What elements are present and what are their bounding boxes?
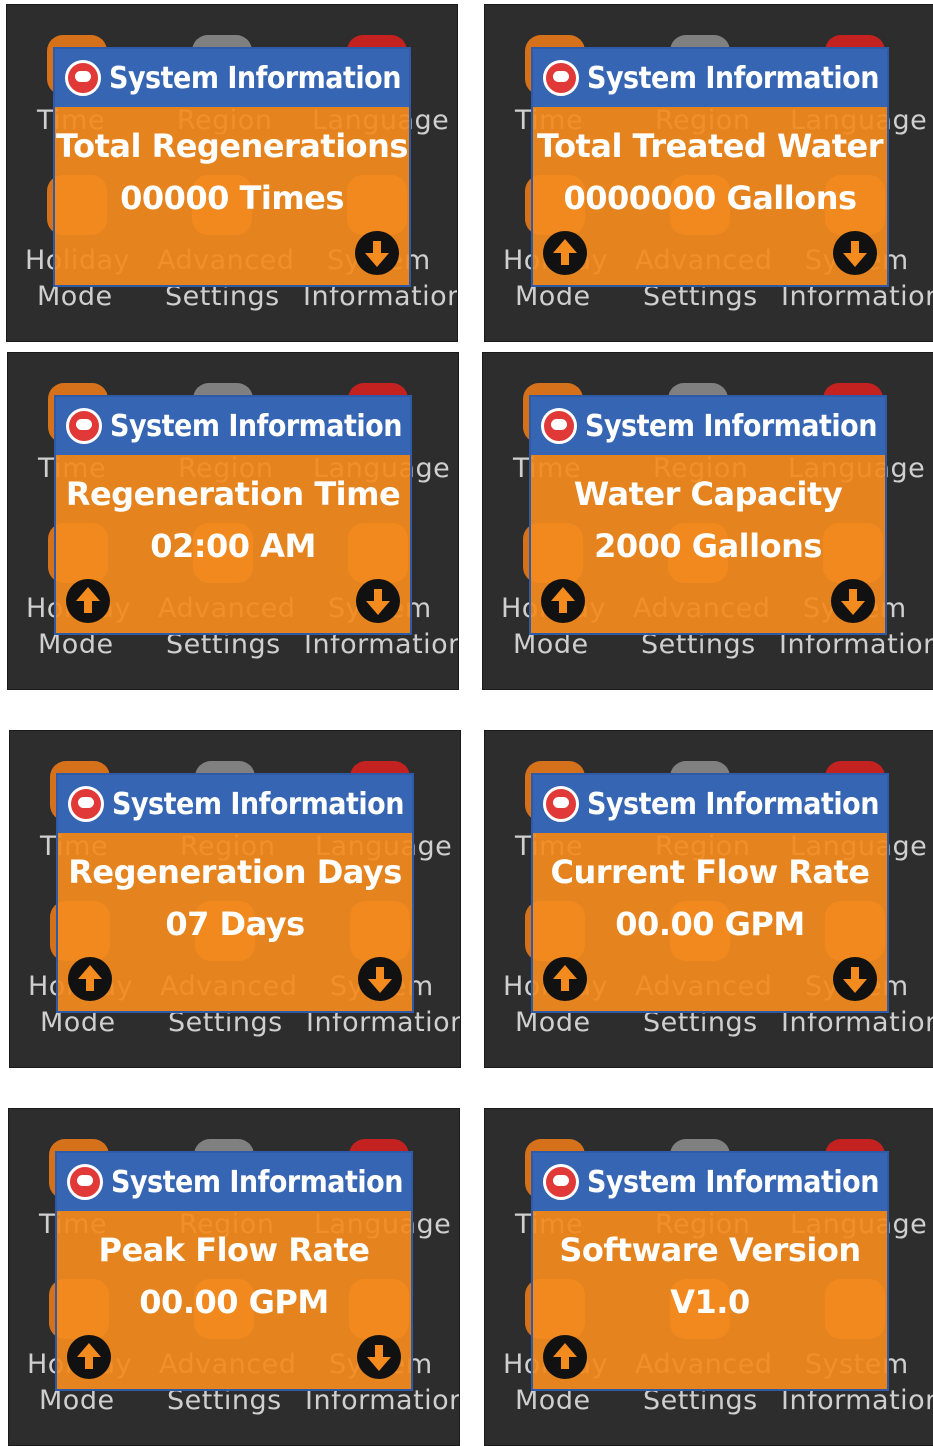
up-arrow-button[interactable] — [67, 1335, 111, 1379]
device-screen: TimeRegionLanguageHolidayAdvancedSystemM… — [8, 1108, 460, 1446]
speech-bubble-icon — [68, 786, 104, 822]
down-arrow-button[interactable] — [833, 231, 877, 275]
info-label: Software Version — [559, 1231, 861, 1269]
info-label: Peak Flow Rate — [98, 1231, 370, 1269]
system-information-dialog: System Information Current Flow Rate 00.00… — [531, 773, 889, 1013]
down-arrow-button[interactable] — [356, 579, 400, 623]
up-arrow-button[interactable] — [66, 579, 110, 623]
up-arrow-button[interactable] — [543, 957, 587, 1001]
system-information-dialog: System Information Peak Flow Rate 00.00 GP… — [55, 1151, 413, 1391]
info-value: 00.00 GPM — [139, 1283, 329, 1321]
device-screen: TimeRegionLanguageHolidayAdvancedSystemM… — [6, 4, 458, 342]
dialog-titlebar: System Information — [55, 49, 409, 107]
dialog-titlebar: System Information — [58, 775, 412, 833]
down-arrow-button[interactable] — [831, 579, 875, 623]
speech-bubble-icon — [67, 1164, 103, 1200]
device-screen: TimeRegionLanguageHolidayAdvancedSystemM… — [482, 352, 933, 690]
dialog-title: System Information — [109, 60, 401, 96]
system-information-dialog: System Information Regeneration Days 07 Da… — [56, 773, 414, 1013]
device-screen: TimeRegionLanguageHolidayAdvancedSystemM… — [9, 730, 461, 1068]
up-arrow-button[interactable] — [541, 579, 585, 623]
system-information-dialog: System Information Total Regenerations 000… — [53, 47, 411, 287]
speech-bubble-icon — [65, 60, 101, 96]
speech-bubble-icon — [66, 408, 102, 444]
up-arrow-button[interactable] — [543, 231, 587, 275]
dialog-titlebar: System Information — [56, 397, 410, 455]
info-value: 02:00 AM — [150, 527, 316, 565]
down-arrow-button[interactable] — [357, 1335, 401, 1379]
info-label: Total Treated Water — [536, 127, 884, 165]
system-information-dialog: System Information Software Version V1.0 — [531, 1151, 889, 1391]
dialog-title: System Information — [112, 786, 404, 822]
device-screen: TimeRegionLanguageHolidayAdvancedSystemM… — [484, 4, 933, 342]
info-value: 00000 Times — [120, 179, 344, 217]
device-screen: TimeRegionLanguageHolidayAdvancedSystemM… — [484, 1108, 933, 1446]
info-label: Total Regenerations — [56, 127, 408, 165]
up-arrow-button[interactable] — [543, 1335, 587, 1379]
speech-bubble-icon — [543, 786, 579, 822]
speech-bubble-icon — [543, 60, 579, 96]
dialog-title: System Information — [587, 1164, 879, 1200]
system-information-dialog: System Information Regeneration Time 02:00… — [54, 395, 412, 635]
dialog-titlebar: System Information — [533, 1153, 887, 1211]
device-screen: TimeRegionLanguageHolidayAdvancedSystemM… — [484, 730, 933, 1068]
speech-bubble-icon — [543, 1164, 579, 1200]
dialog-titlebar: System Information — [533, 775, 887, 833]
dialog-title: System Information — [585, 408, 877, 444]
down-arrow-button[interactable] — [355, 231, 399, 275]
down-arrow-button[interactable] — [833, 957, 877, 1001]
info-label: Water Capacity — [573, 475, 843, 513]
dialog-title: System Information — [587, 786, 879, 822]
dialog-titlebar: System Information — [57, 1153, 411, 1211]
up-arrow-button[interactable] — [68, 957, 112, 1001]
info-value: 0000000 Gallons — [563, 179, 857, 217]
dialog-title: System Information — [587, 60, 879, 96]
info-label: Regeneration Time — [65, 475, 401, 513]
device-screen: TimeRegionLanguageHolidayAdvancedSystemM… — [7, 352, 459, 690]
dialog-title: System Information — [111, 1164, 403, 1200]
dialog-title: System Information — [110, 408, 402, 444]
info-value: 2000 Gallons — [594, 527, 822, 565]
info-label: Regeneration Days — [68, 853, 402, 891]
info-label: Current Flow Rate — [550, 853, 871, 891]
dialog-titlebar: System Information — [533, 49, 887, 107]
info-value: 07 Days — [165, 905, 305, 943]
dialog-titlebar: System Information — [531, 397, 885, 455]
info-value: V1.0 — [670, 1283, 750, 1321]
system-information-dialog: System Information Total Treated Water 000… — [531, 47, 889, 287]
info-value: 00.00 GPM — [615, 905, 805, 943]
down-arrow-button[interactable] — [358, 957, 402, 1001]
speech-bubble-icon — [541, 408, 577, 444]
system-information-dialog: System Information Water Capacity 2000 Gal… — [529, 395, 887, 635]
